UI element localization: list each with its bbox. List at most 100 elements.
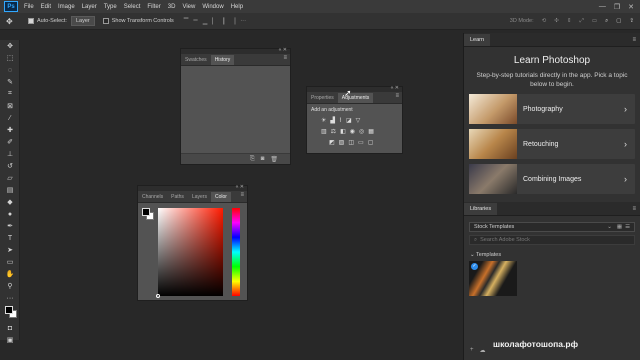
frame-tool-icon[interactable]: ⊠ <box>0 100 20 112</box>
workspace-icon[interactable]: ▢ <box>616 18 621 24</box>
menu-select[interactable]: Select <box>124 4 141 10</box>
grid-view-icon[interactable]: ▦ <box>617 224 622 230</box>
learn-topic-combining-images[interactable]: Combining Images › <box>469 164 635 194</box>
menu-help[interactable]: Help <box>231 4 243 10</box>
tab-learn[interactable]: Learn <box>464 34 491 46</box>
brush-tool-icon[interactable]: ✐ <box>0 136 20 148</box>
crop-tool-icon[interactable]: ⌗ <box>0 88 20 100</box>
gradient-tool-icon[interactable]: ▤ <box>0 184 20 196</box>
screen-mode-icon[interactable]: ▣ <box>0 334 20 346</box>
gradient-map-icon[interactable]: ▭ <box>358 139 364 146</box>
levels-icon[interactable]: ▟ <box>330 117 335 124</box>
menu-type[interactable]: Type <box>104 4 117 10</box>
slide-3d-icon[interactable]: ⇕ <box>567 18 572 24</box>
blur-tool-icon[interactable]: ◆ <box>0 196 20 208</box>
menu-edit[interactable]: Edit <box>41 4 51 10</box>
new-document-icon[interactable]: ⎘ <box>250 156 255 163</box>
exposure-icon[interactable]: ◪ <box>346 117 352 124</box>
move-tool-icon[interactable]: ✥ <box>6 17 20 26</box>
photo-filter-icon[interactable]: ◉ <box>350 128 355 135</box>
move-tool-icon[interactable]: ✥ <box>0 40 20 52</box>
type-tool-icon[interactable]: T <box>0 232 20 244</box>
align-right-icon[interactable]: ▕ <box>231 18 236 25</box>
search-icon[interactable]: ⌕ <box>605 18 608 25</box>
eraser-tool-icon[interactable]: ▱ <box>0 172 20 184</box>
orbit-icon[interactable]: ⟲ <box>542 18 547 24</box>
more-tools-icon[interactable]: ··· <box>0 292 20 304</box>
stock-search-input[interactable]: ⌕ Search Adobe Stock <box>469 235 635 245</box>
tab-color[interactable]: Color <box>210 192 231 202</box>
foreground-color-swatch[interactable] <box>5 306 13 314</box>
library-select[interactable]: Stock Templates ⌄ ▦ ☰ <box>469 222 635 232</box>
tab-properties[interactable]: Properties <box>307 93 338 103</box>
color-lookup-icon[interactable]: ▦ <box>368 128 374 135</box>
panel-menu-icon[interactable]: ≡ <box>632 37 636 43</box>
invert-icon[interactable]: ◩ <box>329 139 335 146</box>
quick-select-tool-icon[interactable]: ✎ <box>0 76 20 88</box>
hand-tool-icon[interactable]: ✋ <box>0 268 20 280</box>
lasso-tool-icon[interactable]: ◌ <box>0 64 20 76</box>
rectangle-tool-icon[interactable]: ▭ <box>0 256 20 268</box>
align-middle-icon[interactable]: ═ <box>193 18 197 25</box>
hue-slider[interactable] <box>232 208 240 296</box>
quick-mask-icon[interactable]: ◘ <box>0 322 20 334</box>
layer-dropdown[interactable]: Layer <box>70 16 95 26</box>
color-swatches[interactable] <box>0 306 19 322</box>
learn-topic-retouching[interactable]: Retouching › <box>469 129 635 159</box>
panel-menu-icon[interactable]: ≡ <box>283 55 287 61</box>
color-picker-cursor[interactable] <box>156 294 160 298</box>
healing-tool-icon[interactable]: ✚ <box>0 124 20 136</box>
zoom-tool-icon[interactable]: ⚲ <box>0 280 20 292</box>
foreground-color-swatch[interactable] <box>142 208 150 216</box>
threshold-icon[interactable]: ◫ <box>348 139 354 146</box>
channel-mixer-icon[interactable]: ◎ <box>359 128 364 135</box>
cloud-sync-icon[interactable]: ☁ <box>480 347 486 354</box>
history-brush-tool-icon[interactable]: ↺ <box>0 160 20 172</box>
learn-topic-photography[interactable]: Photography › <box>469 94 635 124</box>
collapse-icon[interactable]: « ✕ <box>236 184 244 190</box>
tab-layers[interactable]: Layers <box>188 192 211 202</box>
menu-file[interactable]: File <box>24 4 34 10</box>
align-center-icon[interactable]: ┃ <box>222 18 226 25</box>
more-options-icon[interactable]: ··· <box>240 18 246 25</box>
align-left-icon[interactable]: ▏ <box>212 18 217 25</box>
black-white-icon[interactable]: ◧ <box>340 128 346 135</box>
panel-menu-icon[interactable]: ≡ <box>395 93 399 99</box>
pan-3d-icon[interactable]: ✣ <box>554 18 559 24</box>
brightness-contrast-icon[interactable]: ☀ <box>321 117 326 124</box>
video-icon[interactable]: ▭ <box>592 18 597 24</box>
tab-paths[interactable]: Paths <box>167 192 188 202</box>
align-top-icon[interactable]: ▔ <box>184 18 189 25</box>
close-icon[interactable]: ✕ <box>628 3 634 11</box>
trash-icon[interactable]: 🗑 <box>270 156 278 163</box>
minimize-icon[interactable]: — <box>599 3 606 11</box>
saturation-brightness-field[interactable] <box>156 208 223 298</box>
posterize-icon[interactable]: ▨ <box>339 139 345 146</box>
templates-section[interactable]: ⌄ Templates <box>470 252 640 258</box>
panel-menu-icon[interactable]: ≡ <box>632 206 636 212</box>
panel-menu-icon[interactable]: ≡ <box>240 192 244 198</box>
stamp-tool-icon[interactable]: ⊥ <box>0 148 20 160</box>
eyedropper-tool-icon[interactable]: ⁄ <box>0 112 20 124</box>
menu-3d[interactable]: 3D <box>168 4 176 10</box>
tab-channels[interactable]: Channels <box>138 192 167 202</box>
menu-image[interactable]: Image <box>58 4 75 10</box>
path-select-tool-icon[interactable]: ➤ <box>0 244 20 256</box>
scale-3d-icon[interactable]: ⤢ <box>579 18 583 25</box>
menu-window[interactable]: Window <box>202 4 223 10</box>
color-balance-icon[interactable]: ⚖ <box>331 128 336 135</box>
selective-color-icon[interactable]: ▢ <box>368 139 374 146</box>
tab-swatches[interactable]: Swatches <box>181 55 211 65</box>
add-content-icon[interactable]: + <box>470 347 474 354</box>
align-bottom-icon[interactable]: ▁ <box>203 18 208 25</box>
menu-filter[interactable]: Filter <box>147 4 160 10</box>
camera-icon[interactable]: ◙ <box>261 156 265 162</box>
hue-saturation-icon[interactable]: ▥ <box>321 128 327 135</box>
maximize-icon[interactable]: ❐ <box>614 3 620 11</box>
template-thumbnail[interactable]: ✓ <box>469 261 517 296</box>
curves-icon[interactable]: ⌇ <box>339 117 342 124</box>
pen-tool-icon[interactable]: ✒ <box>0 220 20 232</box>
dodge-tool-icon[interactable]: ● <box>0 208 20 220</box>
share-icon[interactable]: ⇪ <box>629 18 634 24</box>
list-view-icon[interactable]: ☰ <box>625 224 630 230</box>
